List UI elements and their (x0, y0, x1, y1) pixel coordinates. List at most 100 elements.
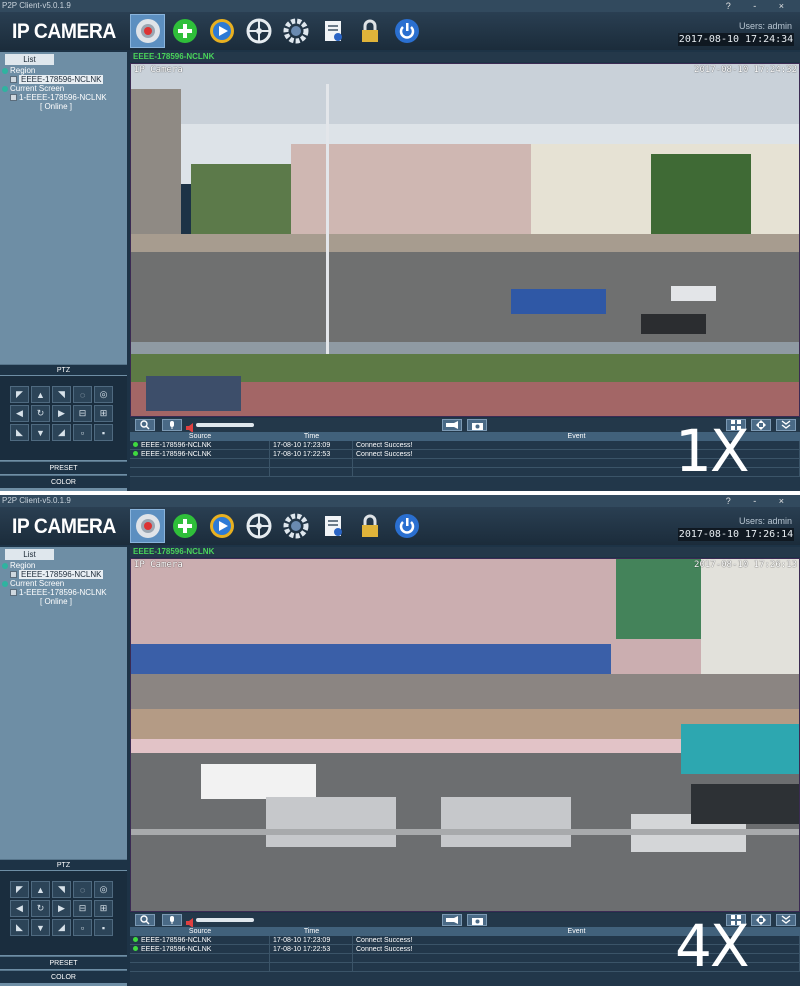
zoom-out-button[interactable]: ◌ (73, 881, 92, 898)
log-icon (324, 516, 342, 536)
ptz-down-right-button[interactable]: ◢ (52, 919, 71, 936)
add-device-button[interactable] (167, 509, 202, 543)
focus-near-button[interactable]: ⊟ (73, 900, 92, 917)
ptz-auto-button[interactable]: ↻ (31, 900, 50, 917)
iris-close-button[interactable]: ▫ (73, 919, 92, 936)
ptz-down-left-button[interactable]: ◣ (10, 424, 29, 441)
camera-icon (135, 514, 160, 538)
ptz-up-right-button[interactable]: ◥ (52, 881, 71, 898)
iris-close-button[interactable]: ▫ (73, 424, 92, 441)
settings-button[interactable] (278, 509, 313, 543)
log-button[interactable] (315, 509, 350, 543)
speaker-icon (186, 420, 194, 433)
ptz-down-right-button[interactable]: ◢ (52, 424, 71, 441)
window-buttons[interactable]: ? - × (726, 0, 794, 12)
col-source[interactable]: Source (130, 432, 270, 441)
collapse-button[interactable] (776, 914, 796, 926)
tab-list[interactable]: List (5, 54, 54, 65)
ptz-left-button[interactable]: ◀ (10, 405, 29, 422)
fullscreen-button[interactable] (751, 419, 771, 431)
playback-button[interactable] (204, 14, 239, 48)
ptz-left-button[interactable]: ◀ (10, 900, 29, 917)
ptz-up-right-button[interactable]: ◥ (52, 386, 71, 403)
collapse-button[interactable] (776, 419, 796, 431)
zoom-level-label: 1X (675, 417, 750, 485)
tree-screen-device[interactable]: 1-EEEE-178596-NCLNK (2, 588, 125, 597)
power-button[interactable] (389, 14, 424, 48)
video-view[interactable]: IP Camera 2017-08-10 17:24:32 (130, 63, 800, 417)
tab-list[interactable]: List (5, 549, 54, 560)
zoom-in-button[interactable]: ◎ (94, 386, 113, 403)
bus (681, 724, 799, 774)
ptz-auto-button[interactable]: ↻ (31, 405, 50, 422)
fullscreen-icon (756, 420, 766, 430)
microphone-button[interactable] (162, 914, 182, 926)
record-button[interactable] (442, 914, 462, 926)
log-button[interactable] (315, 14, 350, 48)
record-button[interactable] (442, 419, 462, 431)
add-device-button[interactable] (167, 14, 202, 48)
tree-current-screen[interactable]: Current Screen (2, 84, 125, 93)
settings-button[interactable] (278, 14, 313, 48)
ptz-control-button[interactable] (241, 509, 276, 543)
playback-button[interactable] (204, 509, 239, 543)
preset-button[interactable]: PRESET (0, 461, 127, 474)
ptz-down-button[interactable]: ▼ (31, 424, 50, 441)
title-bar: P2P Client-v5.0.1.9 ? - × (0, 495, 800, 507)
preset-button[interactable]: PRESET (0, 956, 127, 969)
volume-slider[interactable] (196, 423, 254, 427)
fullscreen-button[interactable] (751, 914, 771, 926)
color-button[interactable]: COLOR (0, 970, 127, 983)
zoom-button[interactable] (135, 914, 155, 926)
iris-open-button[interactable]: ▪ (94, 424, 113, 441)
ptz-right-button[interactable]: ▶ (52, 405, 71, 422)
zoom-in-button[interactable]: ◎ (94, 881, 113, 898)
ptz-right-button[interactable]: ▶ (52, 900, 71, 917)
tree-current-screen[interactable]: Current Screen (2, 579, 125, 588)
tree-region[interactable]: Region (2, 561, 125, 570)
settings-icon (283, 513, 308, 539)
snapshot-button[interactable] (467, 914, 487, 926)
power-button[interactable] (389, 509, 424, 543)
snapshot-button[interactable] (467, 419, 487, 431)
magnifier-icon (140, 420, 150, 430)
log-icon (324, 21, 342, 41)
tree-screen-device[interactable]: 1-EEEE-178596-NCLNK (2, 93, 125, 102)
ptz-control-button[interactable] (241, 14, 276, 48)
zoom-button[interactable] (135, 419, 155, 431)
iris-open-button[interactable]: ▪ (94, 919, 113, 936)
system-clock: 2017-08-10 17:24:34 (678, 33, 794, 46)
focus-far-button[interactable]: ⊞ (94, 900, 113, 917)
live-view-button[interactable] (130, 14, 165, 48)
osd-timestamp-text: 2017-08-10 17:26:13 (694, 560, 797, 570)
ptz-down-left-button[interactable]: ◣ (10, 919, 29, 936)
ptz-up-left-button[interactable]: ◤ (10, 881, 29, 898)
volume-slider[interactable] (196, 918, 254, 922)
tree-region-device[interactable]: EEEE-178596-NCLNK (2, 570, 125, 579)
user-indicator: Users: admin (738, 516, 792, 526)
trees (191, 164, 291, 239)
color-button[interactable]: COLOR (0, 475, 127, 488)
window-buttons[interactable]: ? - × (726, 495, 794, 507)
ptz-up-button[interactable]: ▲ (31, 386, 50, 403)
ptz-up-left-button[interactable]: ◤ (10, 386, 29, 403)
col-source[interactable]: Source (130, 927, 270, 936)
lock-button[interactable] (352, 509, 387, 543)
microphone-button[interactable] (162, 419, 182, 431)
video-view[interactable]: IP Camera 2017-08-10 17:26:13 (130, 558, 800, 912)
tree-region-device[interactable]: EEEE-178596-NCLNK (2, 75, 125, 84)
zoom-out-button[interactable]: ◌ (73, 386, 92, 403)
live-view-button[interactable] (130, 509, 165, 543)
power-icon (394, 514, 419, 538)
col-time[interactable]: Time (270, 432, 353, 441)
tree-region[interactable]: Region (2, 66, 125, 75)
ptz-header: PTZ (0, 364, 127, 375)
focus-far-button[interactable]: ⊞ (94, 405, 113, 422)
device-tree: Region EEEE-178596-NCLNK Current Screen … (2, 561, 125, 606)
col-time[interactable]: Time (270, 927, 353, 936)
lock-button[interactable] (352, 14, 387, 48)
ptz-up-button[interactable]: ▲ (31, 881, 50, 898)
focus-near-button[interactable]: ⊟ (73, 405, 92, 422)
ptz-down-button[interactable]: ▼ (31, 919, 50, 936)
screen-node-icon (2, 580, 8, 587)
